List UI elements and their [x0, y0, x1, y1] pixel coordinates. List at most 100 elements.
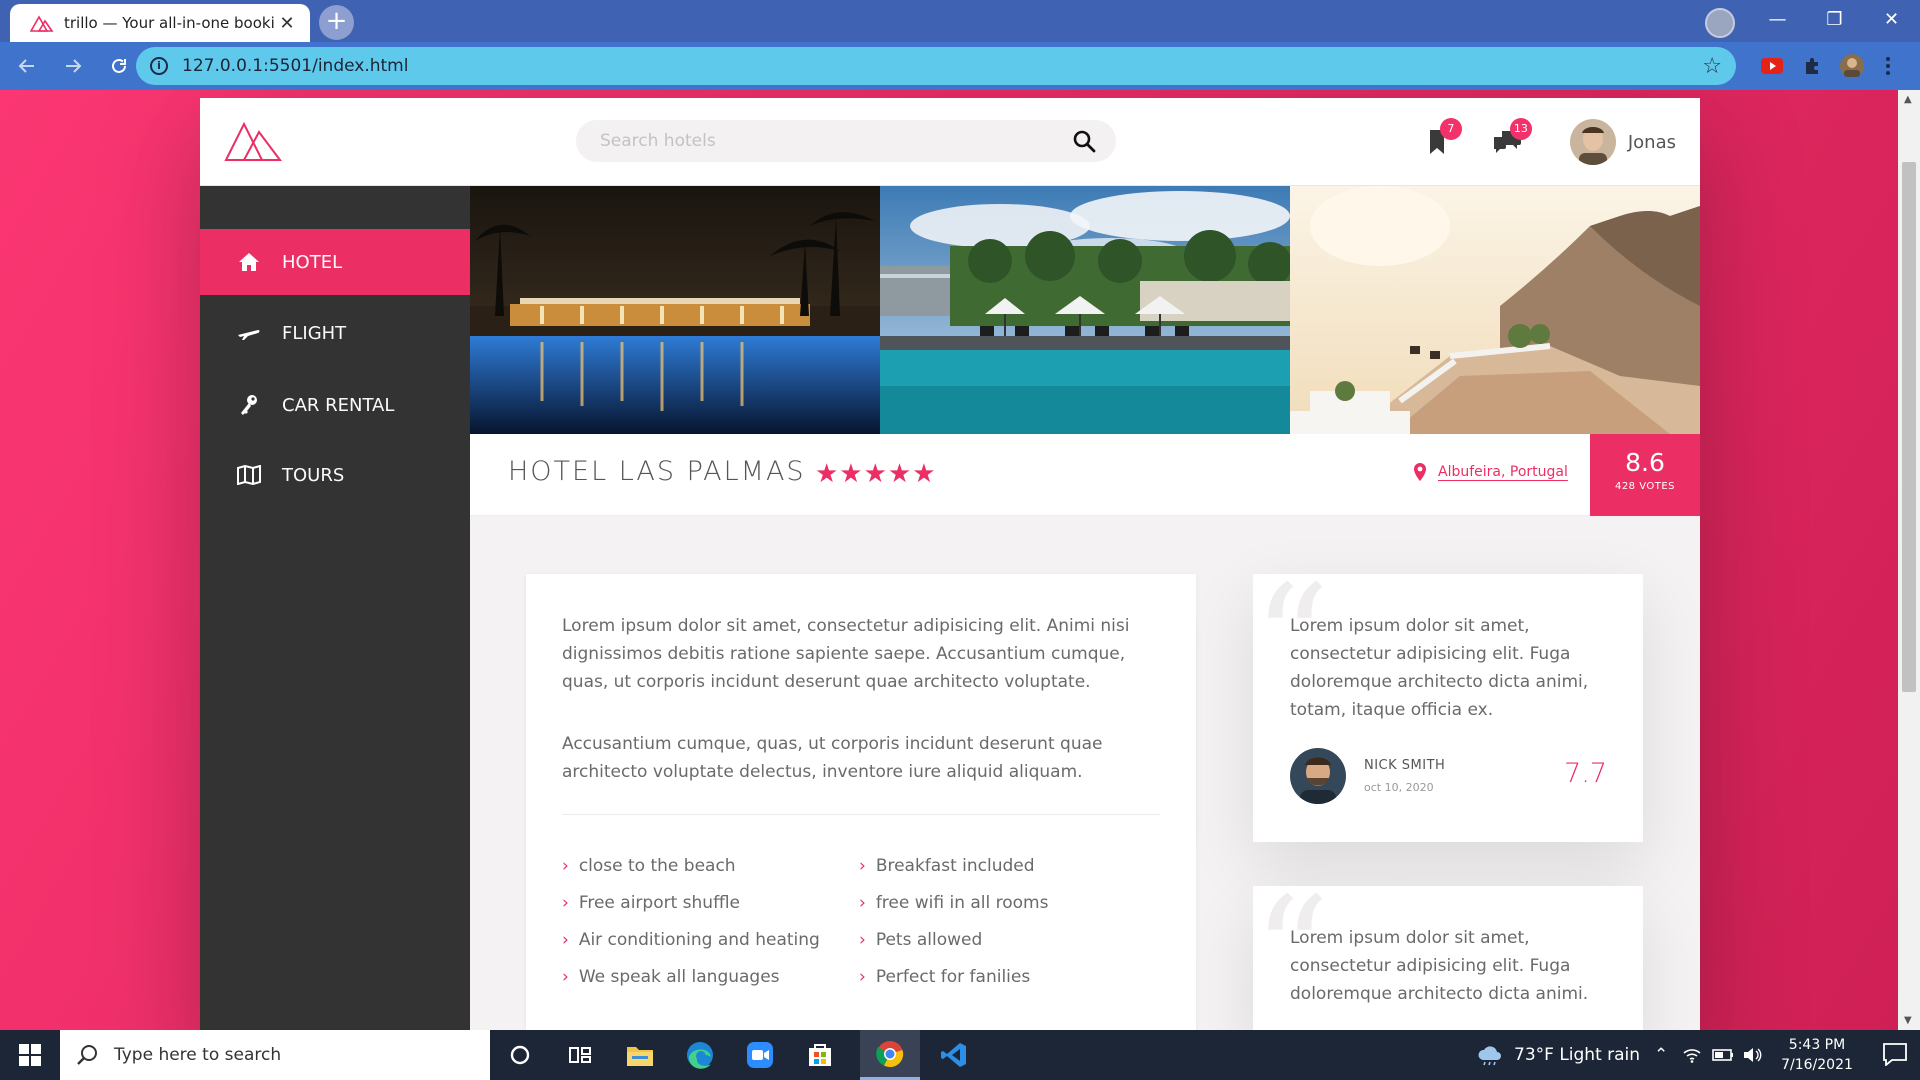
address-bar[interactable]: i 127.0.0.1:5501/index.html ☆	[136, 47, 1736, 85]
search-icon	[77, 1045, 97, 1065]
start-button[interactable]	[0, 1030, 60, 1080]
hotel-location: Albufeira, Portugal	[1412, 462, 1568, 482]
weather-widget[interactable]: 73°F Light rain	[1476, 1030, 1640, 1080]
notification-center-icon[interactable]	[1882, 1042, 1908, 1066]
feature-item: › We speak all languages	[562, 967, 780, 987]
reviewer: NICK SMITH oct 10, 2020	[1290, 748, 1445, 804]
trillo-favicon-icon	[30, 15, 54, 32]
review-text: Lorem ipsum dolor sit amet, consectetur …	[1290, 616, 1589, 720]
forward-icon[interactable]	[54, 47, 92, 85]
taskbar-search-text: Type here to search	[114, 1045, 282, 1065]
battery-icon[interactable]	[1712, 1048, 1734, 1062]
bookmarks-button[interactable]: 7	[1402, 98, 1472, 186]
sidebar-item-label: FLIGHT	[282, 322, 347, 344]
site-info-icon[interactable]: i	[150, 57, 168, 75]
file-explorer-icon[interactable]	[610, 1030, 670, 1080]
app-header: 7 13	[200, 98, 1700, 186]
hotel-overview: HOTEL LAS PALMAS ★★★★★ Albufeira, Portug…	[470, 434, 1700, 516]
review-card: “ Lorem ipsum dolor sit amet, consectetu…	[1253, 878, 1643, 1030]
edge-browser-icon[interactable]	[670, 1030, 730, 1080]
chevron-up-icon[interactable]: ⌃	[1654, 1045, 1668, 1065]
search-icon[interactable]	[1072, 129, 1096, 153]
reload-icon[interactable]	[100, 47, 138, 85]
url-text: 127.0.0.1:5501/index.html	[182, 56, 409, 76]
back-icon[interactable]	[8, 47, 46, 85]
chevron-right-icon: ›	[859, 967, 866, 987]
search-input[interactable]	[600, 120, 1060, 162]
messages-button[interactable]: 13	[1472, 98, 1542, 186]
new-tab-button[interactable]: +	[319, 5, 354, 40]
home-icon	[236, 249, 262, 275]
wifi-icon[interactable]	[1682, 1047, 1702, 1063]
scroll-down-icon[interactable]: ▼	[1904, 1015, 1912, 1026]
hotel-rating-box: 8.6 428 VOTES	[1590, 434, 1700, 516]
user-name: Jonas	[1627, 131, 1676, 153]
chevron-right-icon: ›	[562, 930, 569, 950]
feature-item: › free wifi in all rooms	[859, 893, 1049, 913]
restore-button[interactable]: ❐	[1806, 0, 1863, 38]
chevron-right-icon: ›	[562, 967, 569, 987]
chevron-right-icon: ›	[562, 856, 569, 876]
volume-icon[interactable]	[1742, 1047, 1762, 1063]
windows-logo-icon	[19, 1044, 41, 1066]
sidebar: HOTEL FLIGHT CAR RENTAL TOURS	[200, 186, 470, 1030]
browser-menu-icon[interactable]	[1872, 50, 1904, 82]
user-nav: 7 13 Jonas	[1402, 98, 1700, 186]
gallery-photo-day-pool[interactable]	[880, 186, 1290, 434]
rating-average: 8.6	[1625, 448, 1665, 477]
rating-count: 428 VOTES	[1614, 481, 1676, 492]
zoom-app-icon[interactable]	[730, 1030, 790, 1080]
star-rating-icon: ★★★★★	[815, 459, 937, 489]
map-icon	[236, 462, 262, 488]
weather-text: 73°F Light rain	[1514, 1045, 1641, 1065]
weather-cloud-icon	[1478, 1046, 1501, 1066]
tab-close-icon[interactable]: ✕	[276, 13, 298, 34]
task-view-icon[interactable]	[550, 1030, 610, 1080]
minimize-button[interactable]: —	[1749, 0, 1806, 38]
user-menu[interactable]: Jonas	[1542, 98, 1700, 186]
trillo-logo[interactable]	[224, 120, 282, 162]
gallery-photo-cliff-terrace[interactable]	[1290, 186, 1700, 434]
page-scrollbar[interactable]: ▲ ▼	[1898, 90, 1920, 1030]
reviewer-avatar	[1290, 748, 1346, 804]
cortana-icon[interactable]	[490, 1030, 550, 1080]
vscode-icon[interactable]	[924, 1030, 984, 1080]
review-rating: 7.7	[1564, 758, 1607, 789]
window-controls: — ❐ ✕	[1749, 0, 1920, 42]
taskbar-clock[interactable]: 5:43 PM 7/16/2021	[1772, 1035, 1862, 1075]
clock-time: 5:43 PM	[1788, 1037, 1846, 1053]
location-link[interactable]: Albufeira, Portugal	[1438, 464, 1568, 480]
taskbar-search-box[interactable]: Type here to search	[60, 1030, 490, 1080]
feature-item: › Perfect for fanilies	[859, 967, 1031, 987]
chevron-right-icon: ›	[859, 856, 866, 876]
sidebar-item-tours[interactable]: TOURS	[200, 442, 470, 508]
review-card: “ Lorem ipsum dolor sit amet, consectetu…	[1253, 566, 1643, 842]
sidebar-item-car-rental[interactable]: CAR RENTAL	[200, 372, 470, 438]
description-divider	[562, 814, 1160, 815]
page-background: 7 13	[0, 90, 1898, 1030]
browser-profile-icon[interactable]	[1705, 8, 1735, 38]
bookmark-star-icon[interactable]: ☆	[1702, 54, 1722, 79]
scrollbar-thumb[interactable]	[1902, 162, 1916, 692]
browser-tab[interactable]: trillo — Your all-in-one booking app ✕	[10, 4, 310, 42]
description-paragraph-2: Accusantium cumque, quas, ut corporis in…	[562, 734, 1103, 782]
browser-titlebar: trillo — Your all-in-one booking app ✕ +…	[0, 0, 1920, 42]
sidebar-item-label: CAR RENTAL	[282, 394, 395, 416]
scroll-up-icon[interactable]: ▲	[1904, 94, 1912, 105]
sidebar-item-label: TOURS	[282, 464, 345, 486]
profile-avatar-icon[interactable]	[1836, 50, 1868, 82]
sidebar-item-hotel[interactable]: HOTEL	[200, 229, 470, 295]
windows-taskbar: Type here to search 73°F Light rain ⌃ 5:…	[0, 1030, 1920, 1080]
chrome-browser-icon[interactable]	[860, 1030, 920, 1080]
microsoft-store-icon[interactable]	[790, 1030, 850, 1080]
close-window-button[interactable]: ✕	[1863, 0, 1920, 38]
clock-date: 7/16/2021	[1781, 1057, 1853, 1073]
browser-toolbar: i 127.0.0.1:5501/index.html ☆	[0, 42, 1920, 90]
bookmarks-notification-badge: 7	[1439, 118, 1462, 140]
sidebar-item-flight[interactable]: FLIGHT	[200, 300, 470, 366]
youtube-extension-icon[interactable]	[1756, 50, 1788, 82]
extensions-puzzle-icon[interactable]	[1796, 50, 1828, 82]
key-icon	[236, 392, 262, 418]
gallery-photo-night-pool[interactable]	[470, 186, 880, 434]
reviewer-name: NICK SMITH	[1364, 758, 1446, 773]
